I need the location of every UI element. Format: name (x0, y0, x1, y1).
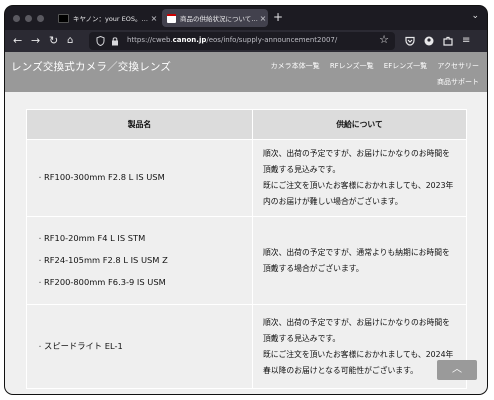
nav-link-ef-lenses[interactable]: EFレンズ一覧 (384, 62, 427, 70)
menu-icon[interactable]: ≡ (462, 34, 470, 48)
nav-toolbar: ← → ↻ ⌂ https://cweb.canon.jp/eos/info/s… (5, 30, 487, 52)
url-path: /eos/info/supply-announcement2007/ (206, 36, 338, 44)
home-icon[interactable]: ⌂ (67, 34, 73, 48)
window-maximize-dot[interactable] (37, 15, 44, 22)
supply-text: 順次、出荷の予定ですが、お届けにかなりのお時間を頂戴する見込みです。 (263, 149, 450, 174)
page-content: 製品名 供給について RF100-300mm F2.8 L IS USM 順次、… (5, 92, 487, 394)
back-icon[interactable]: ← (13, 34, 22, 48)
tab-label: 商品の供給状況についてのお詫び (180, 15, 258, 23)
account-icon[interactable] (424, 36, 434, 46)
product-cell: RF10-20mm F4 L IS STM RF24-105mm F2.8 L … (26, 216, 253, 305)
url-text[interactable]: https://cweb.canon.jp/eos/info/supply-an… (127, 36, 337, 44)
tab-bar: キヤノン：your EOS。RFレンズ × 商品の供給状況についてのお詫び × … (5, 6, 487, 30)
tab-list-icon[interactable]: ⌄ (471, 11, 479, 21)
site-header: レンズ交換式カメラ／交換レンズ カメラ本体一覧 RFレンズ一覧 EFレンズ一覧 … (5, 52, 487, 92)
tab-canon-rf[interactable]: キヤノン：your EOS。RFレンズ × (53, 9, 159, 27)
nav-link-accessories[interactable]: アクセサリー (437, 62, 479, 70)
lock-icon[interactable] (111, 36, 119, 46)
tab-supply-announcement[interactable]: 商品の供給状況についてのお詫び × (162, 9, 268, 27)
table-row: RF10-20mm F4 L IS STM RF24-105mm F2.8 L … (26, 216, 467, 305)
nav-link-camera-bodies[interactable]: カメラ本体一覧 (271, 62, 320, 70)
tab-close-icon[interactable]: × (258, 14, 268, 23)
product-name: RF10-20mm F4 L IS STM (37, 228, 251, 250)
forward-icon[interactable]: → (31, 34, 40, 48)
url-domain: canon.jp (172, 36, 207, 44)
nav-link-product-support[interactable]: 商品サポート (437, 78, 479, 86)
reload-icon[interactable]: ↻ (49, 34, 58, 48)
supply-text: 既にご注文を頂いたお客様におかれましても、2024年春以降のお届けとなる可能性が… (263, 349, 454, 375)
window-close-dot[interactable] (13, 15, 20, 22)
scroll-to-top-button[interactable]: ︿ (437, 360, 477, 380)
supply-text: 順次、出荷の予定ですが、通常よりも納期にお時間を頂戴する場合がございます。 (263, 247, 450, 273)
tab-label: キヤノン：your EOS。RFレンズ (73, 15, 149, 23)
url-prefix: https://cweb. (127, 36, 173, 44)
window-minimize-dot[interactable] (25, 15, 32, 22)
column-header-product: 製品名 (26, 109, 253, 140)
extensions-icon[interactable] (443, 36, 453, 46)
supply-text: 順次、出荷の予定ですが、お届けにかなりのお時間を頂戴する見込みです。 (263, 317, 450, 343)
product-name: RF200-800mm F6.3-9 IS USM (37, 272, 251, 294)
product-name: スピードライト EL-1 (37, 336, 251, 358)
canon-favicon-icon (58, 13, 69, 23)
new-tab-button[interactable]: + (273, 10, 283, 24)
supply-cell: 順次、出荷の予定ですが、お届けにかなりのお時間を頂戴する見込みです。 既にご注文… (252, 304, 467, 389)
product-cell: スピードライト EL-1 (26, 304, 253, 389)
supply-table: 製品名 供給について RF100-300mm F2.8 L IS USM 順次、… (26, 109, 467, 389)
table-row: RF100-300mm F2.8 L IS USM 順次、出荷の予定ですが、お届… (26, 139, 467, 217)
pocket-icon[interactable] (405, 36, 415, 46)
page-favicon-icon (167, 13, 176, 23)
supply-cell: 順次、出荷の予定ですが、お届けにかなりのお時間を頂戴する見込みです。 既にご注文… (252, 139, 467, 217)
table-row: スピードライト EL-1 順次、出荷の予定ですが、お届けにかなりのお時間を頂戴す… (26, 304, 467, 389)
supply-text: 既にご注文を頂いたお客様におかれましても、2023年内のお届けが難しい場合がござ… (263, 181, 454, 206)
product-name: RF100-300mm F2.8 L IS USM (37, 167, 251, 189)
browser-window: キヤノン：your EOS。RFレンズ × 商品の供給状況についてのお詫び × … (5, 6, 487, 394)
product-cell: RF100-300mm F2.8 L IS USM (26, 139, 253, 217)
tab-close-icon[interactable]: × (149, 14, 159, 23)
shield-icon[interactable] (96, 36, 105, 46)
column-header-supply: 供給について (252, 109, 467, 140)
nav-link-rf-lenses[interactable]: RFレンズ一覧 (330, 62, 374, 70)
site-title[interactable]: レンズ交換式カメラ／交換レンズ (11, 59, 171, 74)
address-bar[interactable]: https://cweb.canon.jp/eos/info/supply-an… (89, 32, 395, 50)
bookmark-star-icon[interactable]: ☆ (379, 33, 389, 46)
product-name: RF24-105mm F2.8 L IS USM Z (37, 250, 251, 272)
table-header-row: 製品名 供給について (26, 109, 467, 140)
supply-cell: 順次、出荷の予定ですが、通常よりも納期にお時間を頂戴する場合がございます。 (252, 216, 467, 305)
site-nav: カメラ本体一覧 RFレンズ一覧 EFレンズ一覧 アクセサリー 商品サポート (219, 58, 479, 90)
